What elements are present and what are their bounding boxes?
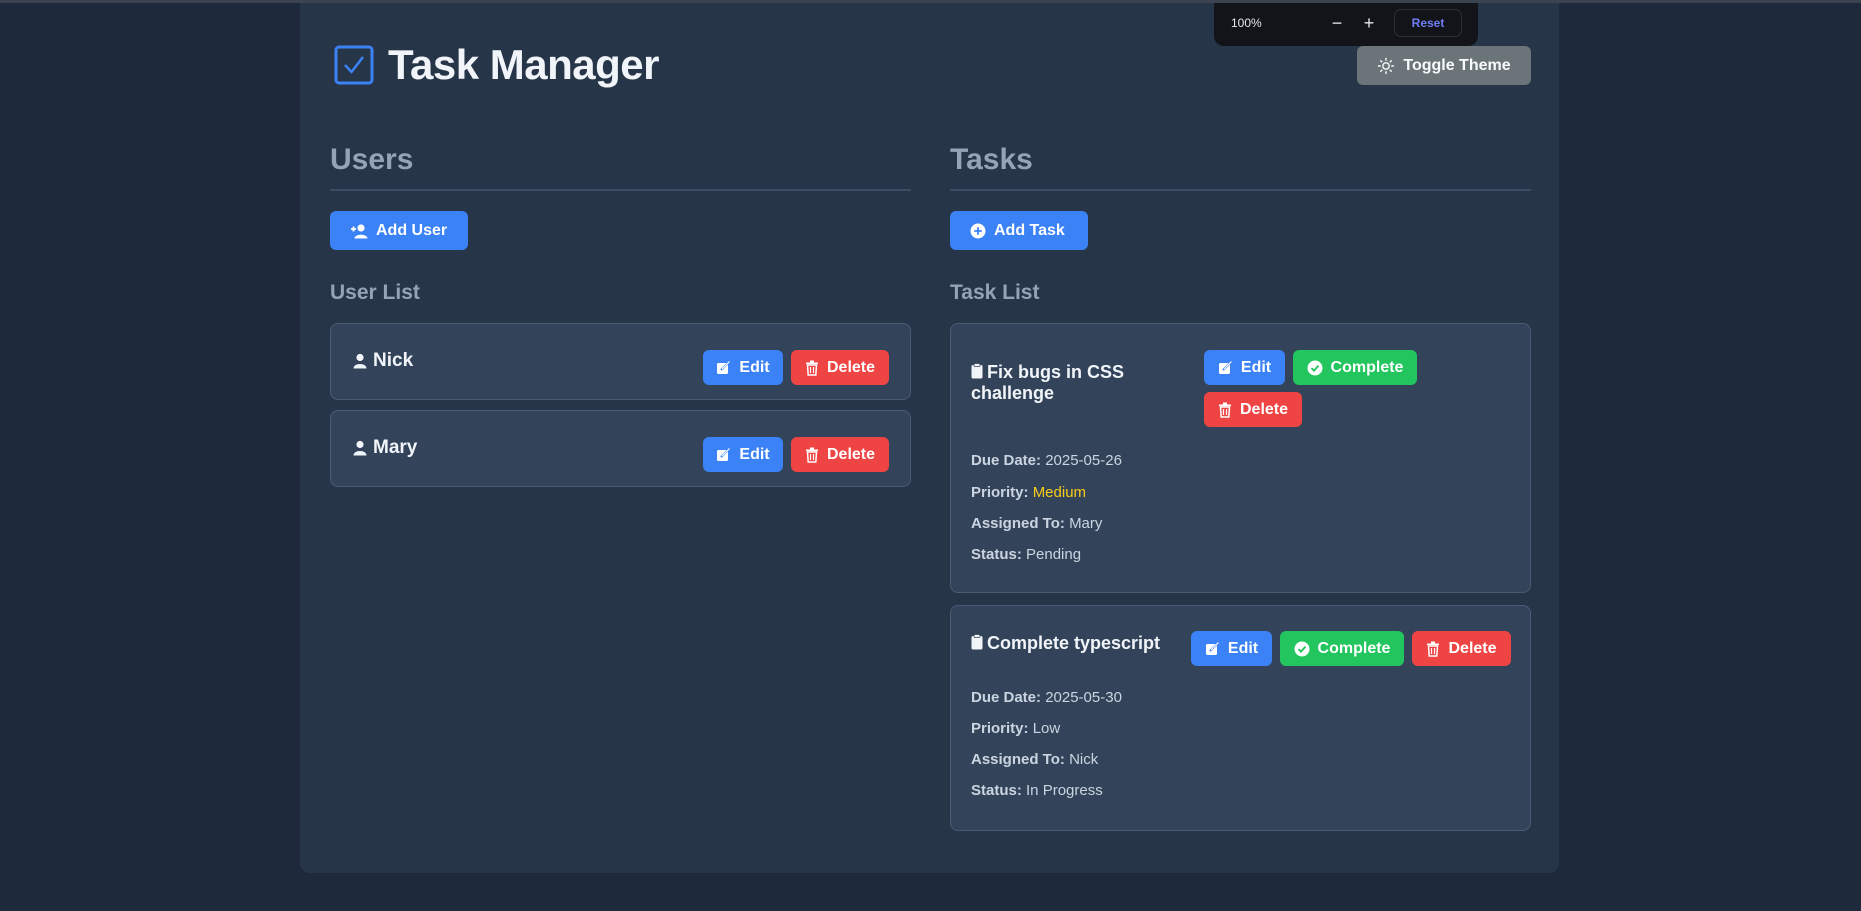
app-panel: 100% − + Reset Task Manager Toggle Theme bbox=[300, 3, 1559, 873]
add-user-button[interactable]: Add User bbox=[330, 211, 468, 250]
user-name: Nick bbox=[353, 350, 413, 372]
user-name-text: Nick bbox=[373, 350, 414, 371]
zoom-in-button[interactable]: + bbox=[1358, 12, 1380, 34]
user-name-text: Mary bbox=[373, 437, 418, 458]
add-user-icon bbox=[350, 223, 368, 239]
edit-task-button[interactable]: Edit bbox=[1204, 350, 1285, 385]
users-section: Users Add User User List Nick Edit Delet… bbox=[330, 143, 911, 487]
edit-icon bbox=[716, 447, 731, 462]
status-label: Status: bbox=[971, 782, 1022, 799]
delete-label: Delete bbox=[1239, 400, 1289, 418]
page-title: Task Manager bbox=[388, 41, 660, 88]
edit-label: Edit bbox=[1227, 639, 1259, 657]
delete-user-button[interactable]: Delete bbox=[791, 437, 889, 472]
trash-icon bbox=[1426, 641, 1440, 657]
add-task-label: Add Task bbox=[994, 221, 1065, 239]
priority-label: Priority: bbox=[971, 484, 1029, 501]
zoom-out-button[interactable]: − bbox=[1326, 12, 1348, 34]
person-icon bbox=[353, 440, 367, 456]
zoom-toolbar: 100% − + Reset bbox=[1214, 3, 1478, 46]
complete-task-button[interactable]: Complete bbox=[1280, 631, 1404, 666]
delete-label: Delete bbox=[1448, 639, 1497, 657]
user-list-heading: User List bbox=[330, 281, 420, 304]
user-card: Mary Edit Delete bbox=[330, 410, 911, 487]
toggle-theme-label: Toggle Theme bbox=[1403, 56, 1511, 74]
tasks-heading: Tasks bbox=[950, 143, 1033, 176]
check-circle-icon bbox=[1307, 360, 1323, 376]
task-card: Complete typescript Edit Complete Delete bbox=[950, 605, 1531, 831]
status-label: Status: bbox=[971, 546, 1022, 563]
due-date-value: 2025-05-30 bbox=[1045, 689, 1122, 706]
person-icon bbox=[353, 353, 367, 369]
delete-task-button[interactable]: Delete bbox=[1412, 631, 1511, 666]
edit-icon bbox=[1218, 360, 1233, 375]
users-divider bbox=[330, 189, 911, 191]
zoom-reset-button[interactable]: Reset bbox=[1394, 9, 1462, 37]
task-title-text: Complete typescript bbox=[987, 633, 1161, 653]
users-heading: Users bbox=[330, 143, 414, 176]
zoom-level: 100% bbox=[1231, 16, 1262, 30]
clipboard-icon bbox=[971, 363, 983, 379]
task-title-line2: challenge bbox=[971, 383, 1055, 403]
edit-label: Edit bbox=[739, 445, 770, 463]
check-circle-icon bbox=[1294, 641, 1310, 657]
sun-icon bbox=[1377, 57, 1395, 75]
edit-icon bbox=[716, 360, 731, 375]
edit-user-button[interactable]: Edit bbox=[703, 437, 783, 472]
priority-value: Low bbox=[1032, 720, 1061, 737]
task-card: Fix bugs in CSS challenge Edit Complete bbox=[950, 323, 1531, 593]
delete-label: Delete bbox=[826, 358, 876, 376]
status-value: Pending bbox=[1026, 546, 1082, 563]
plus-circle-icon bbox=[970, 223, 986, 239]
task-status: Status: In Progress bbox=[971, 782, 1103, 799]
add-user-label: Add User bbox=[376, 221, 448, 239]
user-card: Nick Edit Delete bbox=[330, 323, 911, 400]
complete-label: Complete bbox=[1330, 358, 1404, 376]
tasks-section: Tasks Add Task Task List Fix bugs in CSS… bbox=[950, 143, 1531, 831]
priority-value: Medium bbox=[1032, 484, 1087, 501]
task-assignee: Assigned To: Nick bbox=[971, 751, 1098, 768]
edit-task-button[interactable]: Edit bbox=[1191, 631, 1272, 666]
task-priority: Priority: Medium bbox=[971, 484, 1086, 501]
edit-label: Edit bbox=[1240, 358, 1272, 376]
task-due-date: Due Date: 2025-05-30 bbox=[971, 689, 1122, 706]
complete-label: Complete bbox=[1317, 639, 1391, 657]
edit-label: Edit bbox=[739, 358, 770, 376]
due-date-value: 2025-05-26 bbox=[1045, 452, 1122, 469]
status-value: In Progress bbox=[1026, 782, 1103, 799]
due-date-label: Due Date: bbox=[971, 452, 1042, 469]
user-name: Mary bbox=[353, 437, 417, 459]
task-list-heading: Task List bbox=[950, 281, 1040, 304]
delete-user-button[interactable]: Delete bbox=[791, 350, 889, 385]
edit-user-button[interactable]: Edit bbox=[703, 350, 783, 385]
trash-icon bbox=[805, 447, 819, 463]
task-assignee: Assigned To: Mary bbox=[971, 515, 1102, 532]
task-priority: Priority: Low bbox=[971, 720, 1060, 737]
delete-label: Delete bbox=[826, 445, 876, 463]
add-task-button[interactable]: Add Task bbox=[950, 211, 1088, 250]
trash-icon bbox=[1218, 402, 1232, 418]
complete-task-button[interactable]: Complete bbox=[1293, 350, 1417, 385]
clipboard-icon bbox=[971, 634, 983, 650]
toggle-theme-button[interactable]: Toggle Theme bbox=[1357, 46, 1531, 85]
assigned-value: Nick bbox=[1069, 751, 1099, 768]
task-title: Fix bugs in CSS challenge bbox=[971, 362, 1171, 404]
task-title: Complete typescript bbox=[971, 633, 1160, 654]
task-title-line1: Fix bugs in CSS bbox=[987, 362, 1125, 382]
delete-task-button[interactable]: Delete bbox=[1204, 392, 1302, 427]
trash-icon bbox=[805, 360, 819, 376]
checkbox-logo-icon bbox=[334, 45, 374, 85]
task-due-date: Due Date: 2025-05-26 bbox=[971, 452, 1122, 469]
assigned-label: Assigned To: bbox=[971, 515, 1065, 532]
priority-label: Priority: bbox=[971, 720, 1029, 737]
edit-icon bbox=[1205, 641, 1220, 656]
tasks-divider bbox=[950, 189, 1531, 191]
task-status: Status: Pending bbox=[971, 546, 1081, 563]
due-date-label: Due Date: bbox=[971, 689, 1042, 706]
assigned-label: Assigned To: bbox=[971, 751, 1065, 768]
assigned-value: Mary bbox=[1069, 515, 1103, 532]
